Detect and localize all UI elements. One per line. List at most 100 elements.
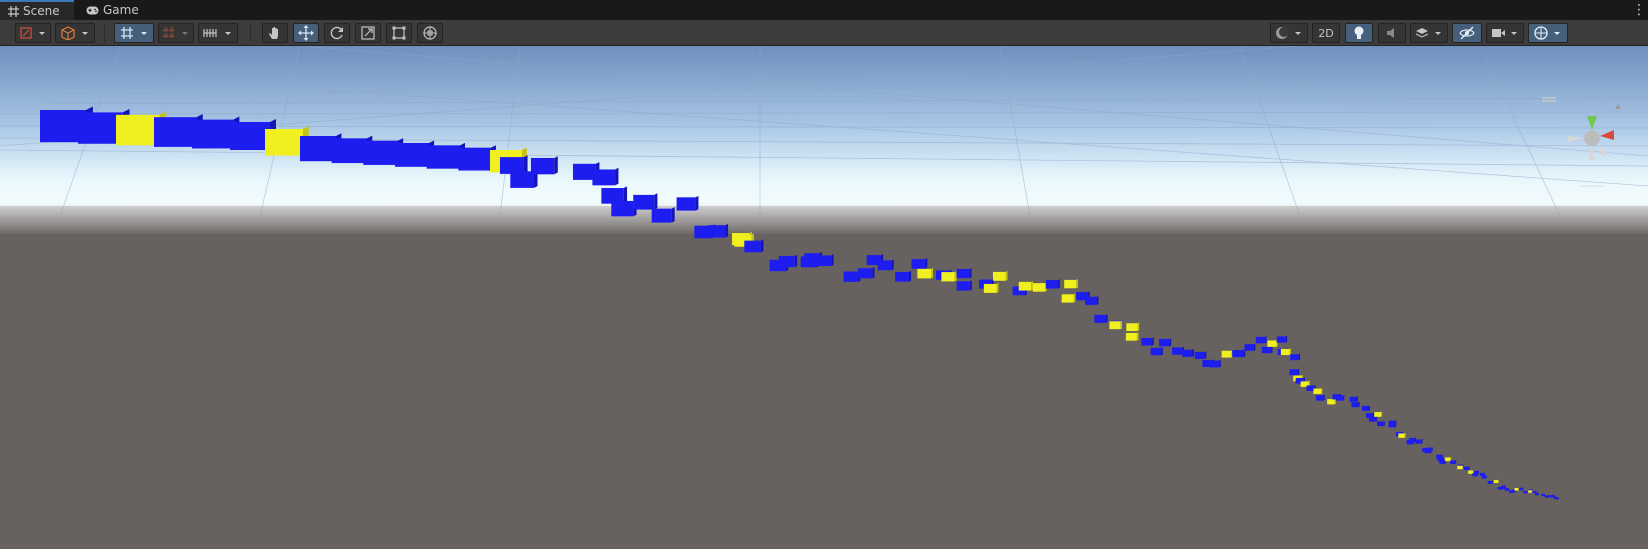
- yellow-cube[interactable]: [1514, 488, 1519, 491]
- blue-cube[interactable]: [676, 197, 696, 211]
- yellow-cube[interactable]: [1109, 321, 1121, 330]
- blue-cube[interactable]: [1555, 497, 1559, 500]
- render-mode-dropdown[interactable]: [55, 23, 95, 43]
- yellow-cube[interactable]: [1126, 323, 1138, 332]
- yellow-cube[interactable]: [941, 272, 955, 282]
- increment-snap-button[interactable]: [158, 23, 194, 43]
- blue-cube[interactable]: [707, 225, 726, 238]
- blue-cube[interactable]: [1426, 447, 1432, 452]
- blue-cube[interactable]: [611, 200, 634, 217]
- blue-cube[interactable]: [1209, 360, 1220, 368]
- rect-tool-button[interactable]: [386, 23, 412, 43]
- yellow-cube[interactable]: [1528, 490, 1532, 493]
- blue-cube[interactable]: [1194, 351, 1205, 360]
- yellow-cube[interactable]: [1064, 279, 1077, 289]
- blue-cube[interactable]: [1481, 475, 1487, 479]
- yellow-cube[interactable]: [1374, 412, 1382, 417]
- blue-cube[interactable]: [1519, 487, 1523, 491]
- blue-cube[interactable]: [1487, 481, 1492, 485]
- blue-cube[interactable]: [1234, 350, 1244, 358]
- blue-cube[interactable]: [1349, 396, 1357, 402]
- grid-snap-button[interactable]: [114, 23, 154, 43]
- blue-cube[interactable]: [1255, 336, 1266, 344]
- blue-cube[interactable]: [1244, 344, 1254, 351]
- blue-cube[interactable]: [1276, 336, 1286, 343]
- yellow-cube[interactable]: [116, 114, 160, 146]
- blue-cube[interactable]: [1094, 314, 1106, 323]
- yellow-cube[interactable]: [917, 268, 931, 279]
- blue-cube[interactable]: [1408, 437, 1415, 443]
- lighting-toggle[interactable]: [1345, 23, 1373, 43]
- hand-tool-button[interactable]: [262, 23, 288, 43]
- blue-cube[interactable]: [1532, 490, 1537, 494]
- yellow-cube[interactable]: [1280, 348, 1290, 356]
- blue-cube[interactable]: [1388, 422, 1396, 428]
- yellow-cube[interactable]: [1267, 340, 1277, 347]
- blue-cube[interactable]: [744, 240, 761, 253]
- rotate-tool-button[interactable]: [324, 23, 350, 43]
- blue-cube[interactable]: [1045, 280, 1059, 289]
- blue-cube[interactable]: [1535, 492, 1539, 496]
- blue-cube[interactable]: [510, 171, 534, 188]
- blue-cube[interactable]: [1141, 337, 1153, 346]
- yellow-cube[interactable]: [1032, 283, 1046, 292]
- blue-cube[interactable]: [592, 169, 616, 186]
- blue-cube[interactable]: [1159, 338, 1170, 347]
- scene-viewport[interactable]: [0, 46, 1648, 549]
- yellow-cube[interactable]: [1445, 457, 1451, 462]
- blue-cube[interactable]: [1547, 495, 1551, 498]
- yellow-cube[interactable]: [1468, 470, 1473, 474]
- blue-cube[interactable]: [395, 143, 429, 167]
- blue-cube[interactable]: [1501, 485, 1506, 489]
- yellow-cube[interactable]: [1457, 465, 1463, 470]
- tab-scene[interactable]: Scene: [0, 0, 74, 20]
- blue-cube[interactable]: [426, 145, 460, 169]
- scale-tool-button[interactable]: [355, 23, 381, 43]
- blue-cube[interactable]: [816, 255, 832, 267]
- blue-cube[interactable]: [230, 122, 270, 150]
- blue-cube[interactable]: [956, 269, 970, 279]
- yellow-cube[interactable]: [1327, 399, 1335, 405]
- scene-visibility-toggle[interactable]: [1452, 23, 1482, 43]
- blue-cube[interactable]: [843, 271, 859, 282]
- blue-cube[interactable]: [1182, 349, 1193, 357]
- camera-dropdown[interactable]: [1486, 23, 1524, 43]
- yellow-cube[interactable]: [265, 129, 303, 156]
- blue-cube[interactable]: [1504, 488, 1509, 491]
- blue-cube[interactable]: [1351, 402, 1359, 408]
- blue-cube[interactable]: [1306, 385, 1315, 391]
- blue-cube[interactable]: [1523, 490, 1527, 494]
- blue-cube[interactable]: [1463, 466, 1469, 471]
- blue-cube[interactable]: [192, 119, 234, 149]
- yellow-cube[interactable]: [992, 271, 1006, 281]
- shading-mode-dropdown[interactable]: [1270, 23, 1308, 43]
- transform-tool-button[interactable]: [417, 23, 443, 43]
- blue-cube[interactable]: [857, 268, 873, 279]
- blue-cube[interactable]: [1289, 369, 1298, 376]
- blue-cube[interactable]: [363, 140, 398, 165]
- blue-cube[interactable]: [1261, 346, 1272, 354]
- blue-cube[interactable]: [458, 147, 491, 171]
- blue-cube[interactable]: [154, 117, 197, 147]
- yellow-cube[interactable]: [1493, 480, 1499, 483]
- more-options-icon[interactable]: ⋮: [1632, 2, 1646, 18]
- blue-cube[interactable]: [895, 271, 909, 282]
- yellow-cube[interactable]: [983, 283, 997, 293]
- yellow-cube[interactable]: [1221, 350, 1232, 358]
- toggle-2d-button[interactable]: 2D: [1312, 23, 1340, 43]
- blue-cube[interactable]: [1473, 470, 1479, 475]
- blue-cube[interactable]: [300, 136, 336, 162]
- audio-toggle[interactable]: [1378, 23, 1406, 43]
- yellow-cube[interactable]: [1398, 433, 1405, 438]
- yellow-cube[interactable]: [1061, 294, 1074, 303]
- tab-game[interactable]: Game: [78, 0, 148, 20]
- gizmos-dropdown[interactable]: [1528, 23, 1568, 43]
- blue-cube[interactable]: [1150, 347, 1162, 356]
- blue-cube[interactable]: [1172, 347, 1183, 355]
- blue-cube[interactable]: [778, 255, 795, 268]
- effects-dropdown[interactable]: [1410, 23, 1448, 43]
- blue-cube[interactable]: [530, 157, 555, 175]
- move-tool-button[interactable]: [293, 23, 319, 43]
- yellow-cube[interactable]: [1313, 388, 1322, 395]
- blue-cube[interactable]: [1439, 460, 1445, 464]
